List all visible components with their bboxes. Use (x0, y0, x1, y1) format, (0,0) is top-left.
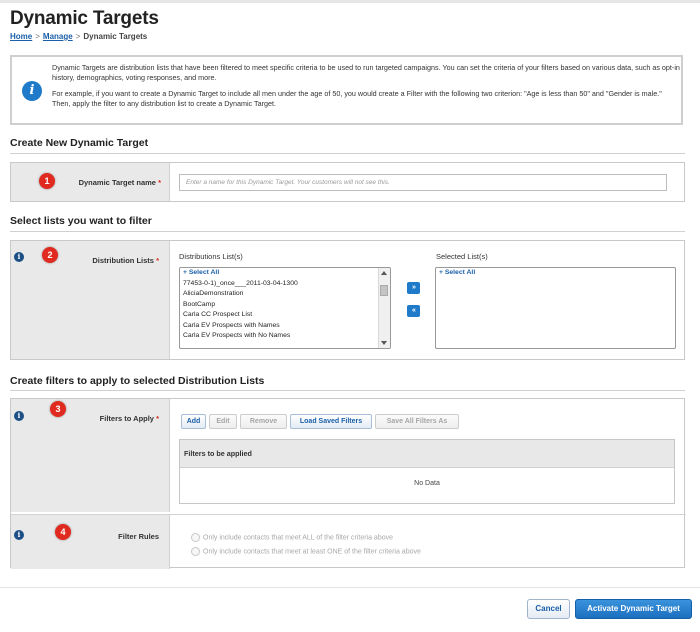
radio-all[interactable] (191, 533, 200, 542)
activate-dynamic-target-button[interactable]: Activate Dynamic Target (575, 599, 692, 619)
target-name-input[interactable] (179, 174, 667, 191)
section-divider (10, 153, 685, 154)
target-name-label-text: Dynamic Target name (78, 178, 156, 187)
distribution-lists-label: Distribution Lists * (71, 256, 159, 265)
list-scrollbar[interactable] (378, 268, 390, 348)
section-divider (10, 390, 685, 391)
breadcrumb-separator: > (35, 32, 40, 41)
filters-label: Filters to Apply * (71, 414, 159, 423)
required-marker: * (158, 178, 161, 187)
selected-lists-title: Selected List(s) (436, 252, 488, 261)
required-marker: * (156, 414, 159, 423)
breadcrumb-current: Dynamic Targets (83, 32, 148, 41)
lists-section-heading: Select lists you want to filter (10, 215, 152, 227)
load-saved-filters-button[interactable]: Load Saved Filters (290, 414, 372, 429)
target-name-label: Dynamic Target name * (61, 178, 161, 187)
scroll-thumb[interactable] (380, 285, 388, 296)
step-badge-3: 3 (50, 401, 66, 417)
list-item-select-all[interactable]: + Select All (436, 268, 675, 279)
move-right-button[interactable]: » (407, 282, 420, 294)
info-icon[interactable]: i (14, 411, 24, 421)
info-paragraph-1: Dynamic Targets are distribution lists t… (52, 63, 680, 82)
target-name-panel: 1 Dynamic Target name * (10, 162, 685, 202)
info-icon[interactable]: i (14, 530, 24, 540)
distribution-lists-panel: i 2 Distribution Lists * Distributions L… (10, 240, 685, 360)
rule-option-one[interactable]: Only include contacts that meet at least… (191, 547, 421, 557)
info-paragraph-2: For example, if you want to create a Dyn… (52, 89, 662, 108)
grid-header: Filters to be applied (180, 440, 674, 468)
step-badge-2: 2 (42, 247, 58, 263)
remove-filter-button[interactable]: Remove (240, 414, 287, 429)
footer-divider (0, 587, 700, 588)
list-item[interactable]: AliciaDemonstration (180, 289, 390, 300)
rule-option-one-label: Only include contacts that meet at least… (203, 548, 421, 556)
move-left-button[interactable]: « (407, 305, 420, 317)
create-section-heading: Create New Dynamic Target (10, 137, 149, 149)
list-item[interactable]: BootCamp (180, 300, 390, 311)
info-icon[interactable]: i (14, 252, 24, 262)
info-icon: i (22, 81, 42, 101)
scroll-up-icon[interactable] (381, 271, 387, 275)
page-title: Dynamic Targets (10, 8, 159, 29)
add-filter-button[interactable]: Add (181, 414, 206, 429)
list-item-select-all[interactable]: + Select All (180, 268, 390, 279)
grid-header-label: Filters to be applied (184, 449, 252, 458)
scroll-down-icon[interactable] (381, 341, 387, 345)
info-text: Dynamic Targets are distribution lists t… (52, 63, 680, 115)
rule-option-all[interactable]: Only include contacts that meet ALL of t… (191, 533, 393, 543)
required-marker: * (156, 256, 159, 265)
breadcrumb-separator: > (75, 32, 81, 41)
selected-lists-box[interactable]: + Select All (435, 267, 676, 349)
top-bar (0, 0, 700, 3)
section-divider (10, 231, 685, 232)
save-all-filters-button[interactable]: Save All Filters As (375, 414, 459, 429)
breadcrumb-home-link[interactable]: Home (10, 32, 32, 41)
list-item[interactable]: Carla EV Prospects with No Names (180, 331, 390, 342)
filters-section-heading: Create filters to apply to selected Dist… (10, 375, 265, 387)
list-item[interactable]: 77453-0-1)_once___2011-03-04-1300 (180, 279, 390, 290)
filters-panel: i 3 Filters to Apply * Add Edit Remove L… (10, 398, 686, 569)
radio-one[interactable] (191, 547, 200, 556)
step-badge-4: 4 (55, 524, 71, 540)
row-divider (11, 514, 686, 515)
edit-filter-button[interactable]: Edit (209, 414, 237, 429)
filters-label-text: Filters to Apply (99, 414, 154, 423)
list-item[interactable]: Carla EV Prospects with Names (180, 321, 390, 332)
list-item[interactable]: Carla CC Prospect List (180, 310, 390, 321)
available-lists-box[interactable]: + Select All 77453-0-1)_once___2011-03-0… (179, 267, 391, 349)
info-box: i Dynamic Targets are distribution lists… (10, 55, 683, 125)
step-badge-1: 1 (39, 173, 55, 189)
filters-grid: Filters to be applied No Data (179, 439, 675, 504)
label-column (11, 514, 170, 569)
breadcrumb: Home > Manage > Dynamic Targets (10, 32, 147, 41)
cancel-button[interactable]: Cancel (527, 599, 570, 619)
available-lists-title: Distributions List(s) (179, 252, 243, 261)
filter-rules-label: Filter Rules (118, 532, 159, 541)
no-data-text: No Data (414, 480, 440, 487)
breadcrumb-manage-link[interactable]: Manage (43, 32, 73, 41)
distribution-lists-label-text: Distribution Lists (92, 256, 154, 265)
rule-option-all-label: Only include contacts that meet ALL of t… (203, 534, 394, 542)
